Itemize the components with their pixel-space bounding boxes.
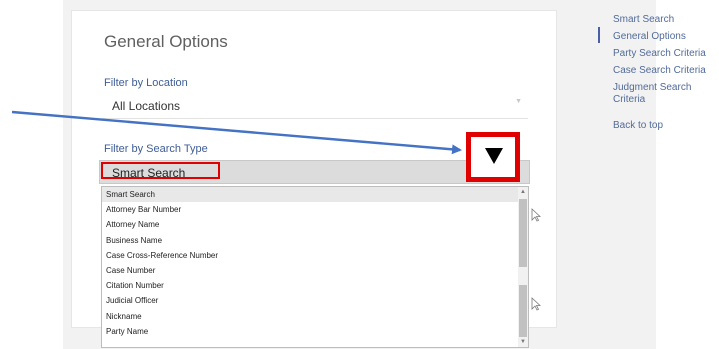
annotation-arrow <box>11 110 462 155</box>
